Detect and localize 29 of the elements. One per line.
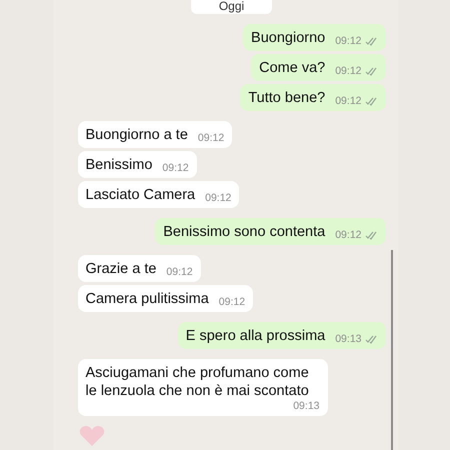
message-time: 09:12 bbox=[335, 65, 362, 77]
message-text: Come va? bbox=[259, 59, 326, 77]
message-time: 09:12 bbox=[218, 296, 246, 308]
message-time: 09:13 bbox=[293, 400, 320, 412]
message-time: 09:12 bbox=[335, 35, 362, 47]
message-time: 09:12 bbox=[166, 266, 193, 278]
message-text: Lasciato Camera bbox=[86, 186, 196, 204]
message-text: Camera pulitissima bbox=[86, 290, 209, 308]
message-time: 09:12 bbox=[335, 95, 362, 107]
message-time: 09:12 bbox=[205, 192, 232, 204]
message-text: Tutto bene? bbox=[248, 89, 326, 107]
double-check-icon bbox=[364, 96, 378, 106]
message-text: Buongiorno a te bbox=[86, 126, 188, 144]
message-text: Buongiorno bbox=[251, 29, 326, 47]
message-time: 09:13 bbox=[335, 333, 362, 345]
message-text: Asciugamani che profumano come le lenzuola che non è mai scontato bbox=[86, 364, 310, 400]
message-text: E spero alla prossima bbox=[186, 327, 326, 345]
heart-icon bbox=[78, 425, 104, 447]
message-text: Grazie a te bbox=[86, 260, 156, 278]
double-check-icon bbox=[364, 230, 378, 240]
message-text: Benissimo sono contenta bbox=[163, 223, 326, 241]
message-time: 09:12 bbox=[198, 132, 224, 144]
message-text: Benissimo bbox=[86, 156, 152, 174]
double-check-icon bbox=[364, 36, 378, 46]
double-check-icon bbox=[364, 334, 378, 344]
date-badge: Oggi bbox=[190, 0, 272, 14]
double-check-icon bbox=[364, 66, 378, 76]
message-time: 09:12 bbox=[335, 229, 362, 241]
message-time: 09:12 bbox=[162, 162, 189, 174]
